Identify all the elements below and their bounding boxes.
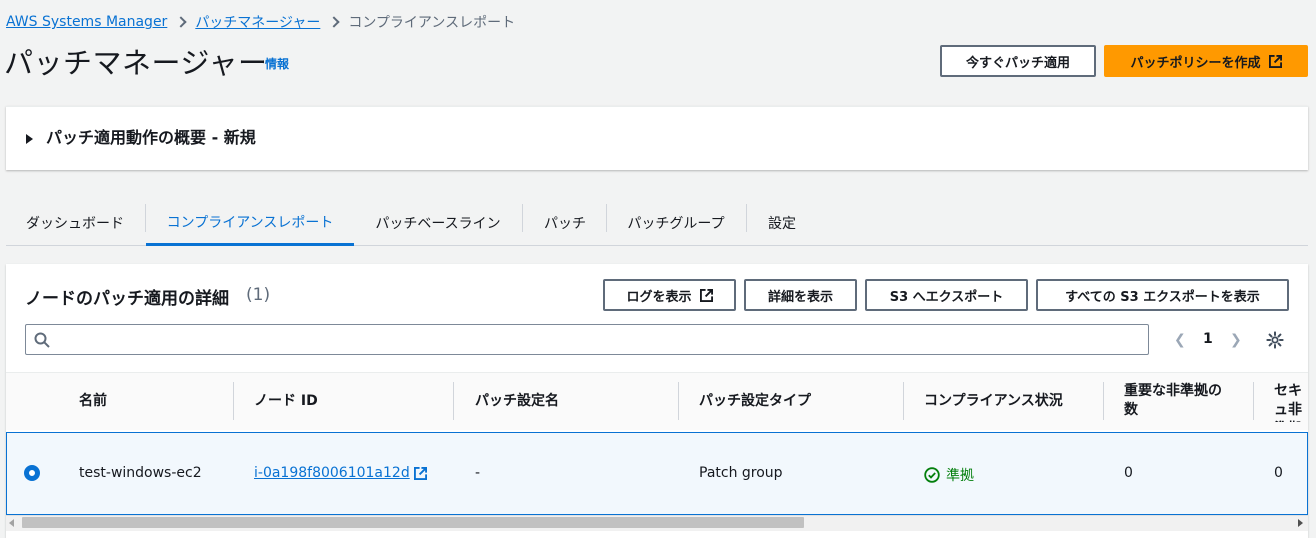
column-divider[interactable] [453,382,454,420]
tab-patch-groups[interactable]: パッチグループ [608,200,744,246]
tab-compliance-report[interactable]: コンプライアンスレポート [146,200,354,246]
column-divider[interactable] [678,382,679,420]
chevron-right-icon [175,16,187,28]
column-header-name[interactable]: 名前 [79,392,107,411]
scrollbar-thumb[interactable] [22,517,804,528]
breadcrumb-patch-manager[interactable]: パッチマネージャー [195,12,320,32]
search-input[interactable] [25,324,1149,355]
tab-divider [522,204,523,232]
export-s3-button[interactable]: S3 へエクスポート [865,279,1028,311]
view-logs-button[interactable]: ログを表示 [603,279,736,311]
patch-now-label: 今すぐパッチ適用 [965,55,1070,71]
column-header-node-id[interactable]: ノード ID [254,392,318,411]
table-count: (1) [246,285,271,305]
table-title: ノードのパッチ適用の詳細 [25,289,229,309]
breadcrumb: AWS Systems Manager パッチマネージャー コンプライアンスレポ… [6,12,515,32]
tab-divider [145,204,146,232]
cell-node-id: i-0a198f8006101a12d [254,465,427,481]
check-circle-icon [924,467,940,483]
column-header-patch-config-type[interactable]: パッチ設定タイプ [699,392,811,411]
row-select-radio[interactable] [24,465,40,481]
column-divider[interactable] [1253,382,1254,420]
tab-dashboard[interactable]: ダッシュボード [6,200,144,246]
page-title: パッチマネージャー [4,46,268,80]
create-patch-policy-button[interactable]: パッチポリシーを作成 [1104,45,1308,77]
column-divider[interactable] [1103,382,1104,420]
column-header-compliance-status[interactable]: コンプライアンス状況 [924,392,1063,411]
view-all-s3-exports-button[interactable]: すべての S3 エクスポートを表示 [1036,279,1289,311]
tab-patches[interactable]: パッチ [524,200,606,246]
tab-list: ダッシュボード コンプライアンスレポート パッチベースライン パッチ パッチグル… [6,200,1308,246]
gear-icon[interactable] [1266,331,1284,349]
table-header-row [6,372,1308,430]
tab-divider [606,204,607,232]
cell-patch-config-type: Patch group [699,465,783,481]
external-link-icon [699,288,713,302]
external-link-icon[interactable] [413,466,427,480]
column-divider[interactable] [903,382,904,420]
view-all-s3-exports-label: すべての S3 エクスポートを表示 [1065,289,1260,305]
chevron-right-icon [328,16,341,28]
column-divider[interactable] [233,382,234,420]
info-link[interactable]: 情報 [265,55,289,72]
compliance-status-label: 準拠 [946,468,974,484]
node-id-link[interactable]: i-0a198f8006101a12d [254,465,410,481]
export-s3-label: S3 へエクスポート [889,289,1004,305]
tab-patch-baselines[interactable]: パッチベースライン [356,200,520,246]
breadcrumb-systems-manager[interactable]: AWS Systems Manager [6,14,167,30]
column-header-patch-config-name[interactable]: パッチ設定名 [475,392,559,411]
chevron-left-icon[interactable]: ❮ [1174,332,1186,348]
create-patch-policy-label: パッチポリシーを作成 [1130,55,1261,71]
scroll-left-arrow-icon[interactable] [9,519,14,527]
view-logs-label: ログを表示 [626,289,692,305]
cell-patch-config-name: - [475,465,481,481]
cell-security-noncompliant: 0 [1274,465,1283,481]
cell-compliance-status: 準拠 [924,465,974,485]
scroll-right-arrow-icon[interactable] [1298,519,1303,527]
page-number[interactable]: 1 [1203,331,1213,347]
view-details-label: 詳細を表示 [767,289,833,305]
breadcrumb-current: コンプライアンスレポート [348,15,516,31]
column-header-security-noncompliant[interactable]: セキュ非準拠 [1274,382,1308,422]
search-icon [34,332,50,348]
view-details-button[interactable]: 詳細を表示 [744,279,857,311]
cell-critical-noncompliant: 0 [1124,465,1133,481]
tab-settings[interactable]: 設定 [748,200,816,246]
patch-now-button[interactable]: 今すぐパッチ適用 [940,45,1096,77]
column-header-critical-noncompliant[interactable]: 重要な非準拠の数 [1124,382,1234,420]
tab-divider [746,204,747,232]
caret-right-icon[interactable] [26,134,33,144]
chevron-right-icon[interactable]: ❯ [1230,332,1242,348]
overview-title[interactable]: パッチ適用動作の概要 - 新規 [46,124,256,148]
cell-node-name: test-windows-ec2 [79,465,202,481]
external-link-icon [1268,54,1282,68]
